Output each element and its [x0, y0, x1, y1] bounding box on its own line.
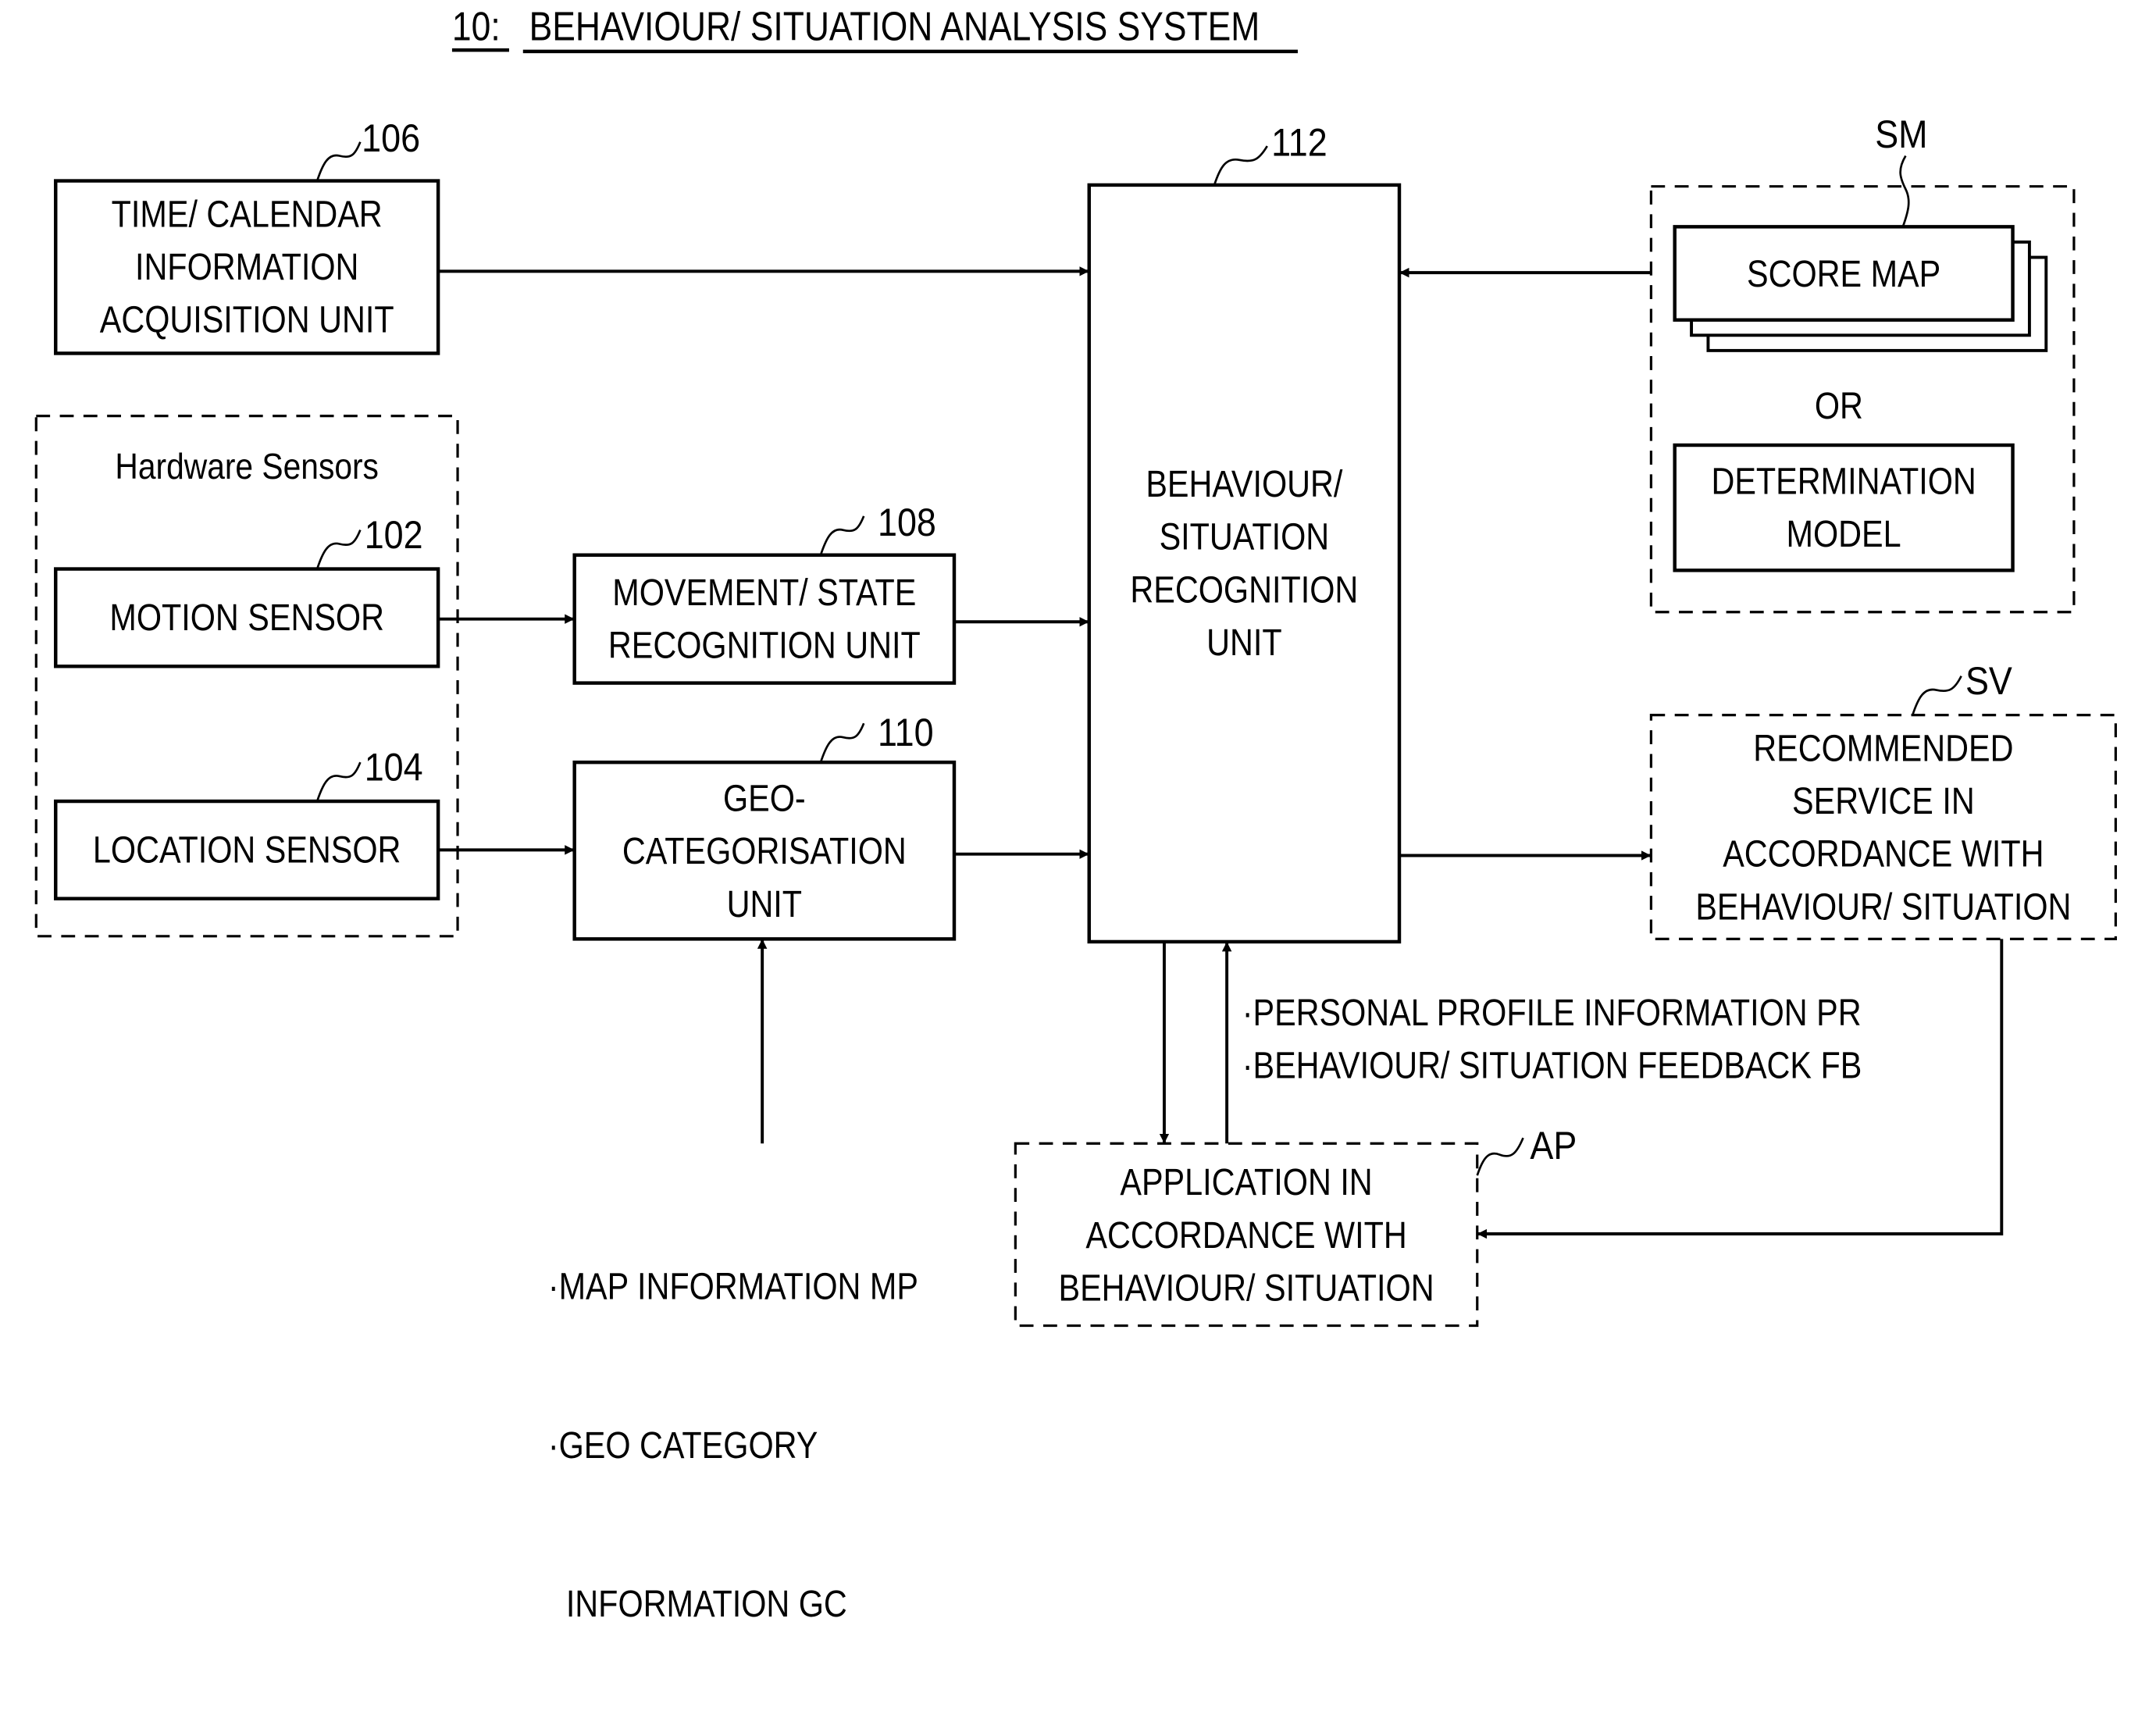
behaviour-recognition-label: BEHAVIOUR/ SITUATION RECOGNITION UNIT [1111, 185, 1378, 942]
score-map-label: SCORE MAP [1698, 226, 1989, 319]
ref-label-108: 108 [878, 501, 936, 544]
or-text: OR [1814, 385, 1863, 427]
behaviour-recognition-line: SITUATION [1159, 515, 1330, 558]
ref-label-110: 110 [878, 711, 934, 754]
time-calendar-line: TIME/ CALENDAR [111, 193, 383, 236]
ref-leader-108 [819, 515, 865, 556]
ref-label-106: 106 [362, 116, 421, 160]
ref-leader-sm [1899, 155, 1910, 227]
recommended-service-label: RECOMMENDED SERVICE IN ACCORDANCE WITH B… [1684, 715, 2083, 939]
profile-feedback-annotation: ·PERSONAL PROFILE INFORMATION PR ·BEHAVI… [1242, 986, 1862, 1092]
behaviour-recognition-line: BEHAVIOUR/ [1146, 463, 1343, 505]
ref-leader-sv [1912, 676, 1962, 716]
geo-categorisation-line: UNIT [726, 882, 803, 925]
behaviour-recognition-line: UNIT [1206, 622, 1282, 664]
ref-leader-102 [315, 529, 362, 569]
location-sensor-line: LOCATION SENSOR [92, 829, 401, 872]
ref-label-ap: AP [1530, 1124, 1577, 1167]
annotation-line: INFORMATION GC [547, 1583, 847, 1625]
determination-model-line: MODEL [1786, 513, 1901, 555]
geo-categorisation-line: GEO- [722, 776, 806, 819]
recommended-service-line: SERVICE IN [1792, 779, 1975, 822]
annotation-line: ·MAP INFORMATION MP [547, 1265, 918, 1308]
diagram-canvas: 10: BEHAVIOUR/ SITUATION ANALYSIS SYSTEM… [0, 0, 2156, 1625]
ref-label-sv: SV [1965, 659, 2012, 703]
determination-model-label: DETERMINATION MODEL [1698, 445, 1989, 570]
movement-state-line: RECOGNITION UNIT [608, 624, 921, 667]
title-text: BEHAVIOUR/ SITUATION ANALYSIS SYSTEM [529, 5, 1260, 51]
diagram-title: 10: BEHAVIOUR/ SITUATION ANALYSIS SYSTEM [452, 8, 1260, 49]
ref-leader-ap [1476, 1137, 1524, 1176]
application-line: ACCORDANCE WITH [1085, 1214, 1407, 1256]
ref-label-102: 102 [364, 513, 423, 557]
recommended-service-line: RECOMMENDED [1753, 726, 2014, 769]
ref-leader-104 [315, 761, 362, 802]
time-calendar-line: INFORMATION [134, 246, 359, 288]
map-geo-annotation: ·MAP INFORMATION MP ·GEO CATEGORY INFORM… [548, 1154, 918, 1736]
geo-categorisation-label: GEO- CATEGORISATION UNIT [601, 762, 928, 939]
application-label: APPLICATION IN ACCORDANCE WITH BEHAVIOUR… [1048, 1143, 1445, 1325]
motion-sensor-label: MOTION SENSOR [83, 569, 412, 667]
movement-state-label: MOVEMENT/ STATE RECOGNITION UNIT [601, 555, 928, 683]
annotation-line: ·BEHAVIOUR/ SITUATION FEEDBACK FB [1242, 1044, 1862, 1087]
geo-categorisation-line: CATEGORISATION [622, 829, 907, 872]
location-sensor-label: LOCATION SENSOR [83, 801, 412, 899]
determination-model-line: DETERMINATION [1711, 460, 1976, 503]
hardware-sensors-label: Hardware Sensors [115, 445, 379, 487]
movement-state-line: MOVEMENT/ STATE [612, 572, 917, 614]
behaviour-recognition-line: RECOGNITION [1130, 569, 1359, 611]
annotation-line: ·GEO CATEGORY [547, 1424, 818, 1467]
recommended-service-line: ACCORDANCE WITH [1723, 832, 2044, 875]
title-number: 10: [451, 5, 501, 51]
ref-label-sm: SM [1875, 112, 1928, 156]
ref-label-112: 112 [1271, 120, 1327, 165]
ref-leader-112 [1213, 145, 1268, 186]
ref-label-104: 104 [364, 745, 423, 789]
time-calendar-line: ACQUISITION UNIT [99, 298, 394, 341]
or-label: OR [1677, 379, 2001, 434]
annotation-line: ·PERSONAL PROFILE INFORMATION PR [1242, 992, 1862, 1034]
motion-sensor-line: MOTION SENSOR [109, 597, 384, 639]
time-calendar-label: TIME/ CALENDAR INFORMATION ACQUISITION U… [83, 181, 412, 354]
ref-leader-106 [315, 141, 362, 181]
application-line: BEHAVIOUR/ SITUATION [1058, 1266, 1434, 1309]
recommended-service-line: BEHAVIOUR/ SITUATION [1695, 885, 2072, 928]
ref-leader-110 [819, 722, 865, 763]
application-line: APPLICATION IN [1120, 1160, 1373, 1203]
score-map-text: SCORE MAP [1747, 252, 1941, 294]
